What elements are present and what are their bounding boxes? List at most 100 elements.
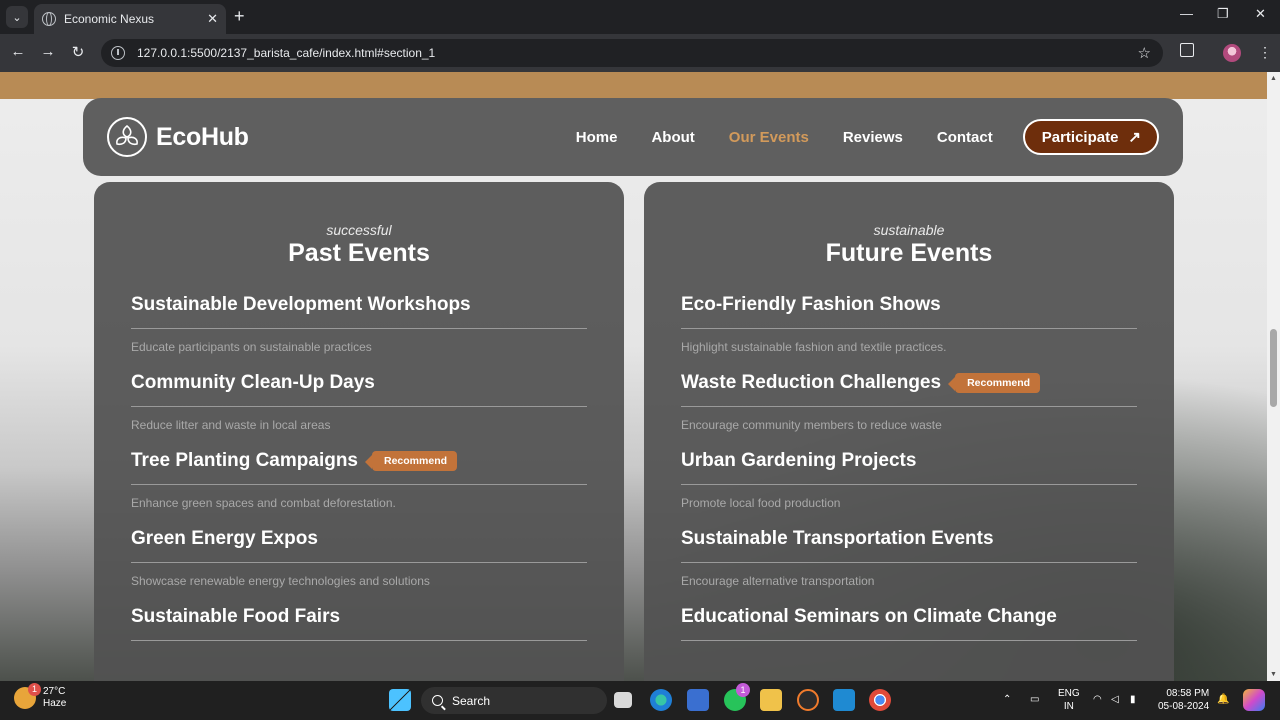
future-events-list: Eco-Friendly Fashion Shows Highlight sus… xyxy=(681,294,1137,641)
start-windows-icon[interactable] xyxy=(389,689,411,711)
list-item: Tree Planting Campaigns Recommend Enhance… xyxy=(131,450,587,510)
list-item: Green Energy Expos Showcase renewable en… xyxy=(131,528,587,588)
task-view-icon[interactable] xyxy=(614,692,632,708)
address-bar[interactable]: 127.0.0.1:5500/2137_barista_cafe/index.h… xyxy=(101,39,1163,67)
battery-saver-icon[interactable]: ▭ xyxy=(1030,693,1039,706)
nav-contact[interactable]: Contact xyxy=(937,129,993,146)
extensions-icon[interactable] xyxy=(1180,43,1194,57)
store-icon[interactable] xyxy=(687,689,709,711)
event-description: Promote local food production xyxy=(681,496,841,510)
wifi-icon[interactable]: ◠ xyxy=(1093,693,1102,706)
site-info-icon[interactable] xyxy=(111,46,125,60)
file-explorer-icon[interactable] xyxy=(760,689,782,711)
globe-icon xyxy=(42,12,56,26)
nav-our-events[interactable]: Our Events xyxy=(729,129,809,146)
scroll-down-icon[interactable]: ▼ xyxy=(1270,671,1277,678)
event-title: Eco-Friendly Fashion Shows xyxy=(681,294,1137,329)
minimize-button[interactable]: — xyxy=(1180,6,1193,21)
browser-menu-icon[interactable]: ⋮ xyxy=(1258,44,1272,61)
participate-button[interactable]: Participate ↗ xyxy=(1022,119,1159,155)
event-title-text: Educational Seminars on Climate Change xyxy=(681,606,1057,627)
close-window-button[interactable]: ✕ xyxy=(1255,6,1266,22)
clock[interactable]: 08:58 PM 05-08-2024 xyxy=(1158,687,1209,713)
forward-button[interactable]: → xyxy=(38,43,58,60)
vscode-icon[interactable] xyxy=(833,689,855,711)
past-events-card: successful Past Events Sustainable Devel… xyxy=(94,182,624,681)
close-tab-icon[interactable]: ✕ xyxy=(207,11,218,27)
clock-time: 08:58 PM xyxy=(1166,688,1210,699)
edge-browser-icon[interactable] xyxy=(650,689,672,711)
nav-home[interactable]: Home xyxy=(576,129,618,146)
brand-name[interactable]: EcoHub xyxy=(156,123,249,152)
chrome-icon[interactable] xyxy=(869,689,891,711)
language-indicator[interactable]: ENG IN xyxy=(1058,687,1080,713)
weather-temp: 27°C xyxy=(43,686,66,697)
search-icon xyxy=(432,695,443,706)
event-description: Showcase renewable energy technologies a… xyxy=(131,574,430,588)
event-title: Waste Reduction Challenges Recommend xyxy=(681,372,1137,407)
new-tab-button[interactable]: + xyxy=(234,6,245,26)
battery-icon[interactable]: ▮ xyxy=(1130,693,1136,706)
recommend-badge: Recommend xyxy=(948,373,1041,393)
event-title-text: Sustainable Food Fairs xyxy=(131,606,341,627)
volume-icon[interactable]: ◁ xyxy=(1111,693,1119,706)
clock-date: 05-08-2024 xyxy=(1158,701,1210,712)
search-label: Search xyxy=(452,693,491,708)
nav-about[interactable]: About xyxy=(651,129,694,146)
nav-reviews[interactable]: Reviews xyxy=(843,129,903,146)
tab-title: Economic Nexus xyxy=(64,12,155,26)
tab-strip: ⌄ Economic Nexus ✕ + — ❐ ✕ xyxy=(0,0,1280,34)
event-title: Urban Gardening Projects xyxy=(681,450,1137,485)
whatsapp-icon[interactable]: 1 xyxy=(724,683,750,711)
taskbar-search[interactable]: Search xyxy=(421,687,607,714)
past-events-eyebrow: successful xyxy=(326,222,392,238)
event-title: Tree Planting Campaigns Recommend xyxy=(131,450,587,485)
weather-badge: 1 xyxy=(28,683,41,696)
bookmark-star-icon[interactable]: ☆ xyxy=(1138,44,1151,62)
url-text: 127.0.0.1:5500/2137_barista_cafe/index.h… xyxy=(137,46,436,60)
event-title: Community Clean-Up Days xyxy=(131,372,587,407)
event-title: Educational Seminars on Climate Change xyxy=(681,606,1137,641)
event-title-text: Waste Reduction Challenges xyxy=(681,372,942,393)
tab-search-button[interactable]: ⌄ xyxy=(6,6,28,28)
list-item: Urban Gardening Projects Promote local f… xyxy=(681,450,1137,510)
list-item: Sustainable Food Fairs xyxy=(131,606,587,641)
leaf-logo-icon[interactable] xyxy=(107,117,147,157)
participate-label: Participate xyxy=(1041,128,1119,146)
past-events-heading: Past Events xyxy=(288,239,430,267)
main-nav: Home About Our Events Reviews Contact Pa… xyxy=(542,119,1159,155)
event-title: Sustainable Transportation Events xyxy=(681,528,1137,563)
arrow-up-right-icon: ↗ xyxy=(1128,129,1141,146)
whatsapp-badge: 1 xyxy=(736,683,750,697)
copilot-icon[interactable] xyxy=(1243,689,1265,711)
browser-tab[interactable]: Economic Nexus ✕ xyxy=(34,4,226,34)
jupyter-icon[interactable] xyxy=(797,689,819,711)
event-description: Reduce litter and waste in local areas xyxy=(131,418,331,432)
maximize-button[interactable]: ❐ xyxy=(1217,6,1229,22)
event-title-text: Tree Planting Campaigns xyxy=(131,450,358,471)
list-item: Sustainable Transportation Events Encour… xyxy=(681,528,1137,588)
scrollbar-thumb[interactable] xyxy=(1270,329,1277,407)
page-scrollbar[interactable]: ▲ ▼ xyxy=(1267,72,1280,681)
event-title-text: Green Energy Expos xyxy=(131,528,318,549)
recommend-badge: Recommend xyxy=(364,451,458,471)
event-title-text: Urban Gardening Projects xyxy=(681,450,917,471)
browser-toolbar: ← → ↻ 127.0.0.1:5500/2137_barista_cafe/i… xyxy=(0,34,1280,72)
back-button[interactable]: ← xyxy=(8,43,28,60)
notification-bell-icon[interactable]: 🔔 xyxy=(1217,693,1229,706)
reload-button[interactable]: ↻ xyxy=(68,43,88,61)
event-title-text: Community Clean-Up Days xyxy=(131,372,375,393)
list-item: Sustainable Development Workshops Educat… xyxy=(131,294,587,354)
event-description: Enhance green spaces and combat deforest… xyxy=(131,496,396,510)
event-description: Encourage community members to reduce wa… xyxy=(681,418,942,432)
event-title: Sustainable Development Workshops xyxy=(131,294,587,329)
scroll-up-icon[interactable]: ▲ xyxy=(1270,75,1277,82)
language-code: ENG xyxy=(1058,688,1080,699)
windows-taskbar: 1 27°C Haze Search 1 ⌃ ▭ ENG IN ◠ ◁ ▮ 08… xyxy=(0,681,1280,720)
future-events-heading: Future Events xyxy=(825,239,993,267)
profile-avatar[interactable] xyxy=(1223,44,1241,62)
chevron-up-icon[interactable]: ⌃ xyxy=(1003,693,1011,706)
weather-widget[interactable]: 1 27°C Haze xyxy=(14,683,66,710)
event-title: Sustainable Food Fairs xyxy=(131,606,587,641)
event-title: Green Energy Expos xyxy=(131,528,587,563)
